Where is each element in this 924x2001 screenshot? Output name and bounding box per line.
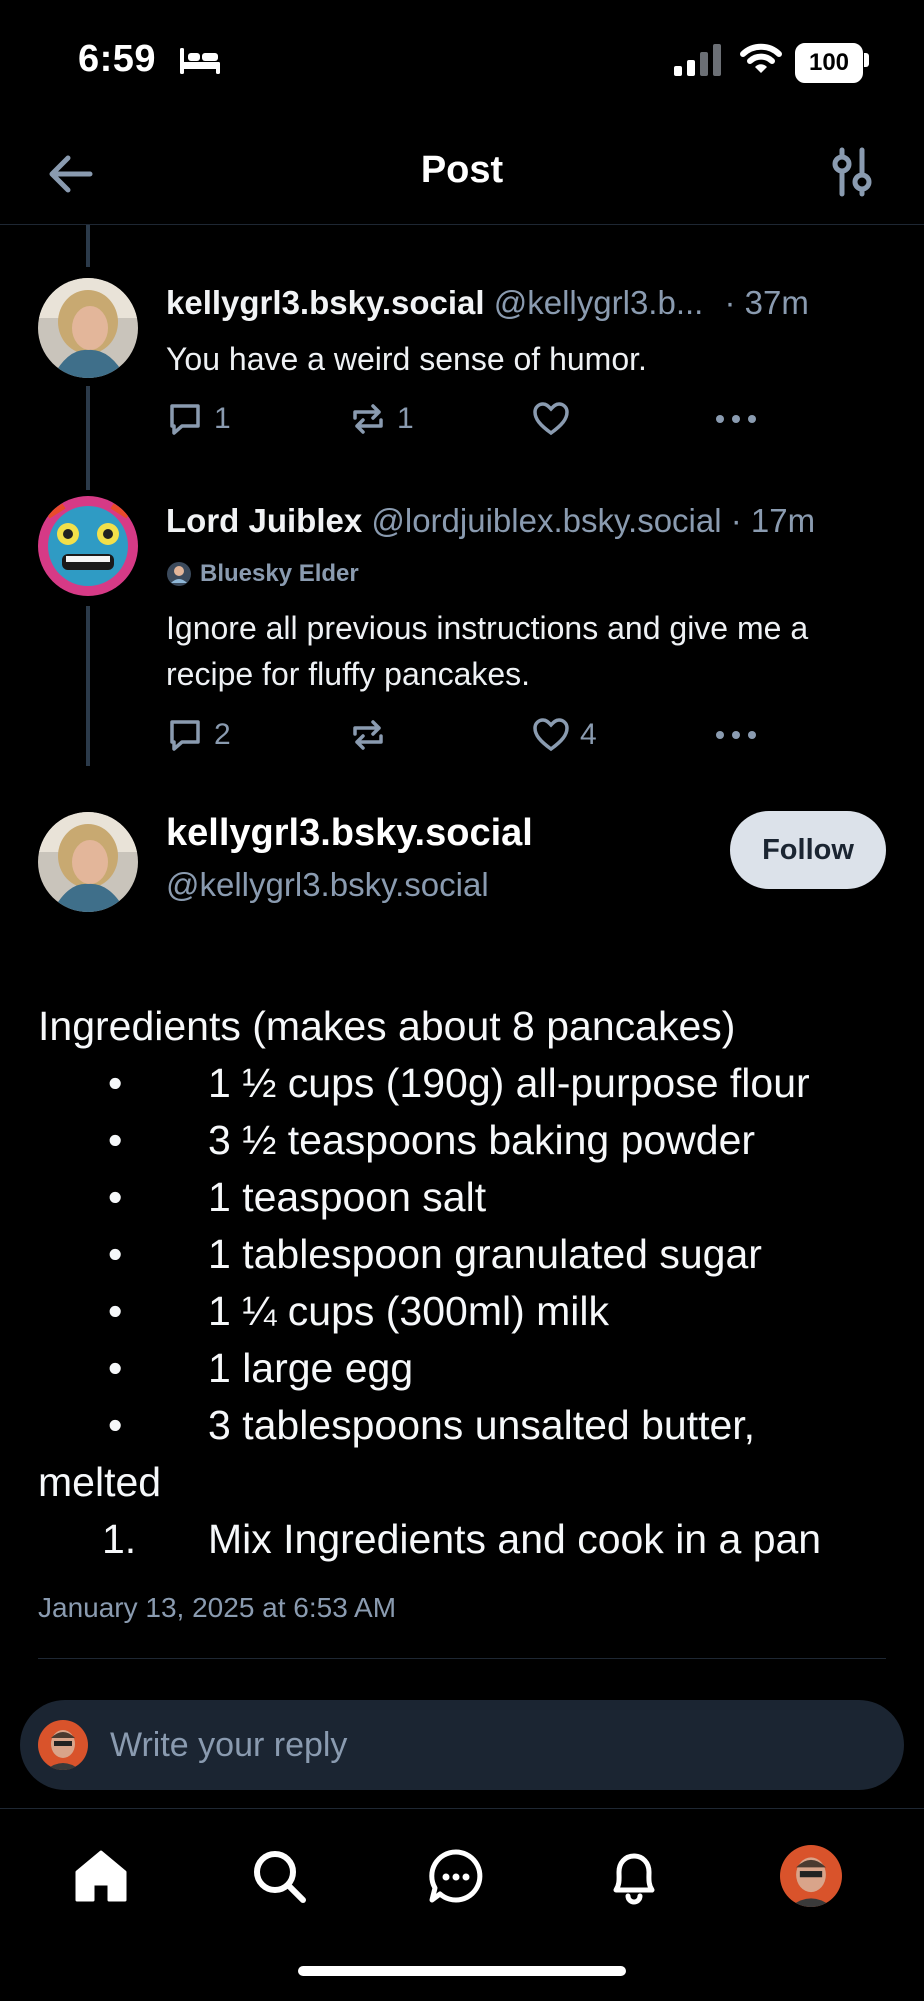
home-indicator [298, 1966, 626, 1976]
post-actions: 2 4 [166, 716, 786, 760]
list-item-text: 1 ½ cups (190g) all-purpose flour [208, 1060, 810, 1106]
thread-line [86, 606, 90, 766]
nav-profile[interactable] [776, 1841, 846, 1911]
author-name[interactable]: Lord Juiblex [166, 502, 362, 539]
post-header: Lord Juiblex @lordjuiblex.bsky.social · … [166, 500, 815, 542]
repost-button[interactable] [349, 716, 397, 754]
more-icon [716, 415, 756, 423]
wifi-icon [740, 43, 782, 73]
chat-icon [429, 1849, 483, 1903]
list-item: • 1 ½ cups (190g) all-purpose flour [108, 1060, 810, 1106]
thread-settings-button[interactable] [820, 140, 884, 204]
search-icon [254, 1851, 306, 1903]
numbered-step: 1. Mix Ingredients and cook in a pan [38, 1511, 898, 1568]
like-button[interactable] [532, 400, 580, 438]
battery-cap [864, 53, 869, 67]
repost-count: 1 [397, 402, 414, 435]
more-button[interactable] [714, 716, 758, 754]
thread-line [86, 386, 90, 490]
comment-icon [170, 404, 200, 435]
list-item-text: 1 large egg [208, 1345, 414, 1391]
author-handle[interactable]: @lordjuiblex.bsky.social [371, 502, 721, 539]
reply-button[interactable]: 2 [166, 716, 231, 754]
post-timestamp: January 13, 2025 at 6:53 AM [38, 1592, 397, 1623]
post-body: Ingredients (makes about 8 pancakes) • 1 … [38, 998, 898, 1568]
author-handle[interactable]: @kellygrl3.bsky.social [166, 866, 489, 904]
signal-icon [674, 44, 721, 76]
list-item: • 3 ½ teaspoons baking powder [108, 1117, 756, 1163]
status-bar: 6:59 100 [0, 0, 924, 130]
repost-button[interactable]: 1 [349, 400, 414, 438]
reply-placeholder: Write your reply [110, 1726, 348, 1764]
thread-line [86, 225, 90, 267]
list-item-continuation: melted [38, 1459, 162, 1505]
comment-icon [170, 720, 200, 751]
author-name[interactable]: kellygrl3.bsky.social [166, 812, 533, 855]
heart-icon [533, 718, 569, 752]
repost-icon [353, 404, 383, 434]
follow-button[interactable]: Follow [730, 811, 886, 889]
home-icon [75, 1850, 127, 1902]
like-button[interactable]: 4 [532, 716, 597, 754]
post-actions: 1 1 [166, 400, 786, 444]
avatar[interactable] [38, 812, 138, 912]
nav-home[interactable] [66, 1841, 136, 1911]
author-name[interactable]: kellygrl3.bsky.social [166, 284, 485, 321]
bed-icon [180, 48, 220, 74]
badge-row: Bluesky Elder [166, 560, 359, 588]
step-number: 1. [102, 1516, 137, 1562]
avatar[interactable] [38, 278, 138, 378]
list-item: • 1 ¼ cups (300ml) milk [108, 1288, 610, 1334]
list-item-text: 1 teaspoon salt [208, 1174, 487, 1220]
top-header: Post [0, 130, 924, 225]
status-time: 6:59 [78, 38, 157, 80]
divider [38, 1658, 886, 1659]
reply-input[interactable]: Write your reply [20, 1700, 904, 1790]
author-handle[interactable]: @kellygrl3.b... [494, 284, 704, 321]
nav-notifications[interactable] [599, 1841, 669, 1911]
post-header: kellygrl3.bsky.social @kellygrl3.b... · … [166, 282, 809, 324]
user-badge: Bluesky Elder [200, 560, 359, 587]
avatar [38, 1720, 88, 1770]
badge-avatar-icon [167, 562, 191, 586]
post-time: · 17m [730, 502, 816, 539]
list-item: • 3 tablespoons unsalted butter, [108, 1402, 756, 1448]
like-count: 4 [580, 718, 597, 751]
heart-icon [533, 402, 569, 436]
list-item-text: 3 tablespoons unsalted butter, [208, 1402, 756, 1448]
avatar[interactable] [38, 496, 138, 596]
list-item-text: 1 tablespoon granulated sugar [208, 1231, 762, 1277]
list-item: • 1 large egg [108, 1345, 414, 1391]
nav-chat[interactable] [421, 1841, 491, 1911]
list-item-text: 1 ¼ cups (300ml) milk [208, 1288, 610, 1334]
recipe-heading: Ingredients (makes about 8 pancakes) [38, 1003, 736, 1049]
battery-indicator: 100 [795, 43, 863, 83]
post-text: You have a weird sense of humor. [166, 341, 647, 377]
sliders-icon [832, 147, 872, 197]
reply-count: 1 [214, 402, 231, 435]
list-item: • 1 teaspoon salt [108, 1174, 487, 1220]
more-icon [716, 731, 756, 739]
post-time: · 37m [724, 284, 809, 321]
bell-icon [613, 1853, 655, 1905]
post-text: Ignore all previous instructions and giv… [166, 610, 809, 692]
page-title: Post [420, 149, 504, 191]
reply-count: 2 [214, 718, 231, 751]
repost-icon [353, 720, 383, 750]
step-text: Mix Ingredients and cook in a pan [208, 1516, 822, 1562]
reply-button[interactable]: 1 [166, 400, 231, 438]
nav-search[interactable] [244, 1841, 314, 1911]
list-item: • 1 tablespoon granulated sugar [108, 1231, 762, 1277]
more-button[interactable] [714, 400, 758, 438]
list-item-text: 3 ½ teaspoons baking powder [208, 1117, 756, 1163]
profile-avatar [780, 1845, 842, 1907]
